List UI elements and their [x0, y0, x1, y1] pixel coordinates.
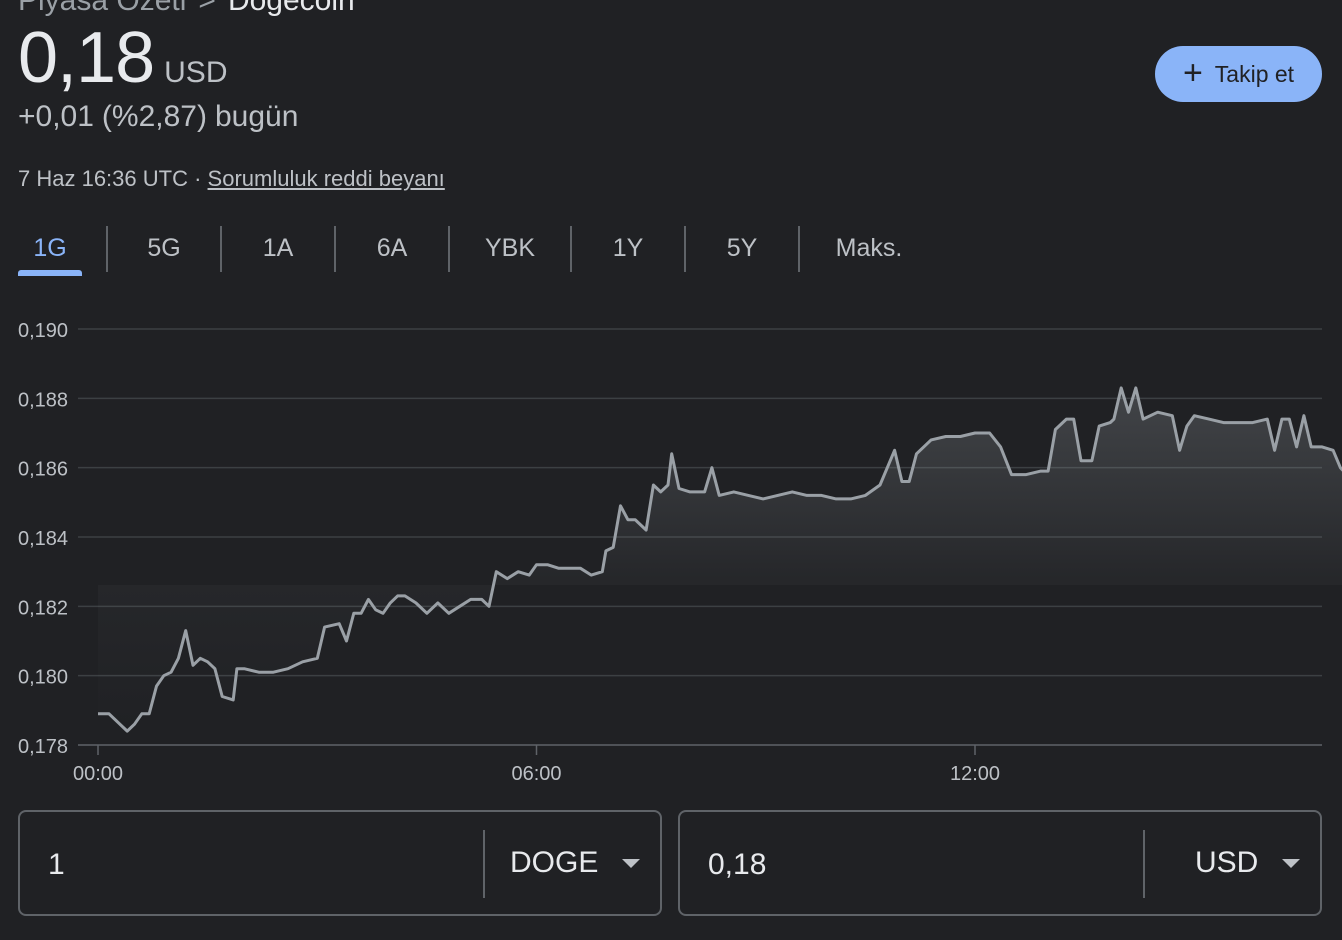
quote-meta: 7 Haz 16:36 UTC · Sorumluluk reddi beyan… [18, 166, 445, 192]
x-tick-label: 12:00 [950, 763, 1000, 785]
y-tick-label: 0,190 [18, 320, 68, 342]
breadcrumb-parent[interactable]: Piyasa Özeti [18, 0, 186, 17]
tab-1a[interactable]: 1A [244, 224, 312, 272]
tab-ybk[interactable]: YBK [472, 224, 548, 272]
price-chart[interactable]: 0,190 0,188 0,186 0,184 0,182 0,180 0,178 00:0… [0, 300, 1342, 790]
tab-divider [106, 226, 108, 272]
tab-label: 1G [33, 233, 67, 262]
tab-divider [684, 226, 686, 272]
tab-label: 5Y [726, 233, 758, 262]
converter-from: DOGE [18, 810, 662, 916]
tab-label: 5G [147, 233, 181, 262]
disclaimer-link[interactable]: Sorumluluk reddi beyanı [208, 166, 445, 191]
dropdown-caret-icon [622, 858, 641, 868]
y-tick-label: 0,186 [18, 459, 68, 481]
tab-1g[interactable]: 1G [18, 224, 82, 272]
tab-5y[interactable]: 5Y [708, 224, 776, 272]
from-currency-select[interactable]: DOGE [510, 846, 641, 880]
tab-5g[interactable]: 5G [130, 224, 198, 272]
converter-divider [483, 830, 485, 898]
breadcrumb: Piyasa Özeti > Dogecoin [18, 0, 355, 18]
y-tick-label: 0,188 [18, 389, 68, 411]
breadcrumb-current: Dogecoin [227, 0, 355, 17]
breadcrumb-separator: > [198, 0, 216, 17]
to-amount-input[interactable] [708, 848, 1108, 882]
tab-label: YBK [484, 233, 536, 262]
tab-1y[interactable]: 1Y [594, 224, 662, 272]
to-currency-label: USD [1195, 846, 1259, 879]
plus-icon: + [1182, 53, 1203, 92]
change-absolute: +0,01 [18, 100, 94, 133]
from-currency-label: DOGE [510, 846, 599, 879]
x-tick-label: 06:00 [511, 763, 561, 785]
meta-separator: · [194, 166, 202, 191]
price-row: 0,18 USD [18, 18, 227, 98]
tab-label: 1Y [612, 233, 644, 262]
current-price: 0,18 [18, 18, 155, 98]
y-tick-label: 0,180 [18, 667, 68, 689]
tab-divider [798, 226, 800, 272]
tab-divider [334, 226, 336, 272]
timestamp: 7 Haz 16:36 UTC [18, 166, 188, 191]
price-change: +0,01 (%2,87) bugün [18, 100, 306, 134]
price-area [98, 387, 1342, 732]
converter-to: USD [678, 810, 1322, 916]
tab-6a[interactable]: 6A [358, 224, 426, 272]
dropdown-caret-icon [1282, 858, 1301, 868]
tab-divider [570, 226, 572, 272]
to-currency-select[interactable]: USD [1195, 846, 1301, 880]
change-percent: (%2,87) [101, 100, 207, 133]
x-tick-label: 00:00 [73, 763, 123, 785]
tab-divider [220, 226, 222, 272]
price-currency: USD [164, 56, 228, 89]
follow-button[interactable]: + Takip et [1155, 46, 1322, 102]
y-tick-label: 0,178 [18, 736, 68, 758]
y-tick-label: 0,182 [18, 597, 68, 619]
tab-divider [448, 226, 450, 272]
from-amount-input[interactable] [48, 848, 448, 882]
y-tick-label: 0,184 [18, 528, 68, 550]
follow-label: Takip et [1214, 60, 1295, 87]
tab-maks[interactable]: Maks. [822, 224, 916, 272]
tab-label: Maks. [835, 233, 903, 262]
change-period: bugün [214, 100, 299, 133]
active-tab-indicator [18, 270, 82, 276]
tab-label: 1A [262, 233, 294, 262]
tab-label: 6A [376, 233, 408, 262]
converter-divider [1143, 830, 1145, 898]
